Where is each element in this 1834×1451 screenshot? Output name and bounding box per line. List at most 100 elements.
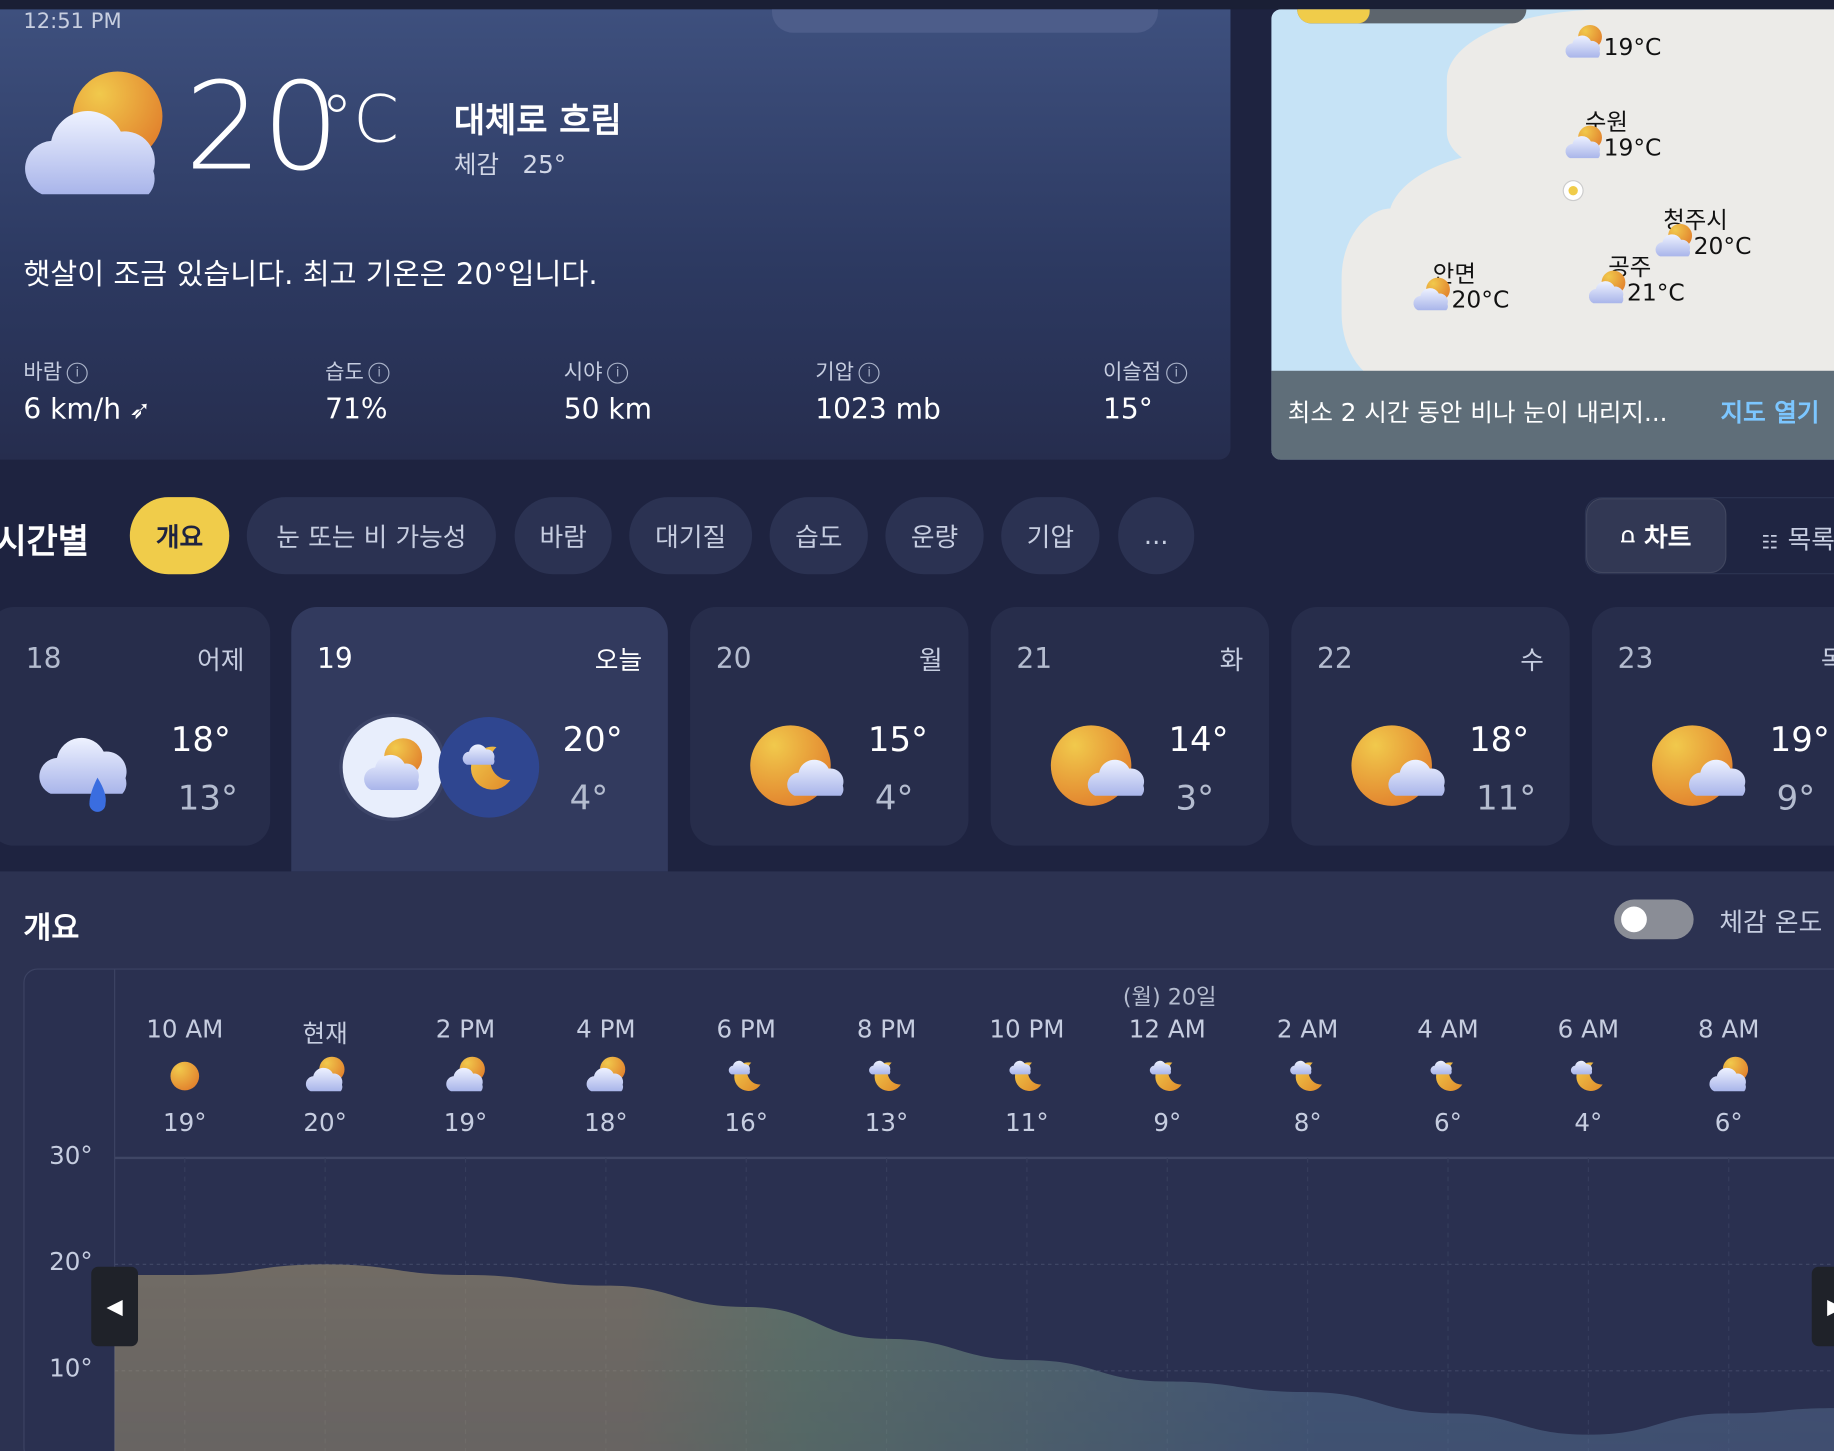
day-card[interactable]: 19 오늘 20° 4° <box>291 607 668 872</box>
day-name: 어제 <box>197 646 245 677</box>
day-low: 9° <box>1776 777 1816 818</box>
tab-label: 개요 <box>155 523 204 554</box>
day-low: 3° <box>1175 777 1215 818</box>
hour-temp-label: 13° <box>864 1108 909 1137</box>
night-icon-circle <box>438 716 540 818</box>
chevron-right-icon: ▶ <box>1827 1294 1834 1319</box>
tab-label: 기압 <box>1026 523 1075 554</box>
hour-temp-label: 9° <box>1153 1108 1182 1137</box>
partly-sunny-icon <box>361 736 424 799</box>
hour-label: 10 AM <box>146 1015 224 1044</box>
hour-column[interactable]: 현재 20° <box>255 1015 395 1144</box>
tab-label: 습도 <box>795 523 843 554</box>
partly-sunny-icon <box>304 1055 346 1097</box>
sun-cloud-icon <box>746 719 847 820</box>
tab-label: 눈 또는 비 가능성 <box>276 523 467 554</box>
day-card[interactable]: 18 어제 18° 13° <box>0 607 271 846</box>
tab-label: 바람 <box>539 523 587 554</box>
hour-column[interactable]: 10 PM 11° <box>957 1015 1097 1144</box>
hour-temp-label: 11° <box>1005 1108 1049 1137</box>
hour-temp-label: 20° <box>303 1108 347 1137</box>
day-card[interactable]: 20 월 15° 4° <box>690 607 969 846</box>
y-tick-label: 30° <box>49 1141 93 1170</box>
day-date: 20 <box>715 642 752 675</box>
hour-temp-label: 18° <box>584 1108 628 1137</box>
tab-6[interactable]: 기압 <box>1001 497 1100 575</box>
sun-cloud-icon <box>1347 719 1448 820</box>
hour-column[interactable]: 2 AM 8° <box>1237 1015 1377 1144</box>
hour-column[interactable]: 6 AM 4° <box>1518 1015 1658 1144</box>
day-name: 수 <box>1520 646 1544 677</box>
cloudy-night-icon <box>457 736 520 799</box>
scroll-left-button[interactable]: ◀ <box>91 1266 139 1347</box>
day-high: 14° <box>1168 719 1229 760</box>
hour-column[interactable]: 6 PM 16° <box>676 1015 816 1144</box>
hour-label: 4 AM <box>1417 1015 1479 1044</box>
day-card[interactable]: 21 화 14° 3° <box>990 607 1270 846</box>
hour-label: 12 AM <box>1128 1015 1206 1044</box>
day-icon-circle <box>342 716 444 818</box>
tab-2[interactable]: 바람 <box>514 497 612 575</box>
hour-column[interactable]: 8 PM 13° <box>816 1015 956 1144</box>
cloudy-night-icon <box>1146 1055 1188 1097</box>
day-name: 월 <box>919 646 943 677</box>
day-date: 22 <box>1317 642 1353 675</box>
hour-temp-label: 19° <box>163 1108 207 1137</box>
chevron-left-icon: ◀ <box>106 1294 123 1319</box>
tab-7[interactable]: ... <box>1118 497 1195 575</box>
day-high: 18° <box>1469 719 1530 760</box>
hour-column[interactable]: 2 PM 19° <box>395 1015 535 1144</box>
day-low: 4° <box>569 777 609 818</box>
day-date: 21 <box>1016 642 1053 675</box>
tab-5[interactable]: 운량 <box>885 497 984 575</box>
day-card[interactable]: 22 수 18° 11° <box>1291 607 1570 846</box>
hour-label: 4 PM <box>576 1015 636 1044</box>
day-high: 18° <box>170 719 231 760</box>
hour-label: 8 PM <box>856 1015 917 1044</box>
tab-0[interactable]: 개요 <box>129 497 230 575</box>
weather-app: 12:51 PM 20 °C 대체로 흐림 체감 25° 햇살이 조금 있습니다… <box>0 0 1834 1451</box>
tab-1[interactable]: 눈 또는 비 가능성 <box>246 497 496 575</box>
tab-3[interactable]: 대기질 <box>629 497 753 575</box>
hour-label: 현재 <box>302 1019 348 1048</box>
day-low: 13° <box>177 777 238 818</box>
sun-cloud-icon <box>1047 719 1148 820</box>
partly-sunny-icon <box>1708 1055 1750 1097</box>
hour-temp-label: 16° <box>724 1108 768 1137</box>
day-high: 15° <box>867 719 928 760</box>
day-date: 18 <box>25 642 62 675</box>
cloudy-night-icon <box>1287 1055 1329 1097</box>
sun-cloud-icon <box>1648 719 1749 820</box>
tab-label: 대기질 <box>655 523 727 554</box>
hour-column[interactable]: 4 AM 6° <box>1378 1015 1518 1144</box>
day-date: 19 <box>316 642 353 675</box>
day-name: 오늘 <box>594 646 643 677</box>
day-name: 목 <box>1821 640 1834 677</box>
hour-temp-label: 19° <box>443 1108 488 1137</box>
partly-sunny-icon <box>585 1055 627 1097</box>
day-low: 11° <box>1476 777 1537 818</box>
hour-label: 6 PM <box>716 1015 776 1044</box>
day-name: 화 <box>1219 646 1244 677</box>
hour-temp-label: 8° <box>1293 1108 1322 1137</box>
day-card[interactable]: 23 목 19° 9° <box>1591 607 1834 846</box>
hour-label: 8 AM <box>1698 1015 1760 1044</box>
hour-column[interactable]: 10 AM 19° <box>115 1015 255 1144</box>
hour-temp-label: 6° <box>1714 1108 1743 1137</box>
scroll-right-button[interactable]: ▶ <box>1811 1266 1834 1347</box>
cloudy-night-icon <box>1567 1055 1609 1097</box>
temperature-area <box>114 1264 1834 1451</box>
hour-column[interactable]: 12 AM 9° <box>1097 1015 1237 1144</box>
hour-column[interactable]: 8 AM 6° <box>1659 1015 1799 1144</box>
hour-label: 2 PM <box>435 1015 496 1044</box>
y-tick-label: 20° <box>49 1248 93 1277</box>
day-high: 19° <box>1769 719 1830 760</box>
cloudy-night-icon <box>1006 1055 1048 1097</box>
tab-4[interactable]: 습도 <box>769 497 868 575</box>
day-high: 20° <box>562 719 623 760</box>
cloudy-night-icon <box>1427 1055 1469 1097</box>
cloudy-night-icon <box>866 1055 908 1097</box>
sunny-icon <box>164 1055 206 1097</box>
hour-column[interactable]: 4 PM 18° <box>536 1015 676 1144</box>
hour-temp-label: 6° <box>1434 1108 1462 1137</box>
